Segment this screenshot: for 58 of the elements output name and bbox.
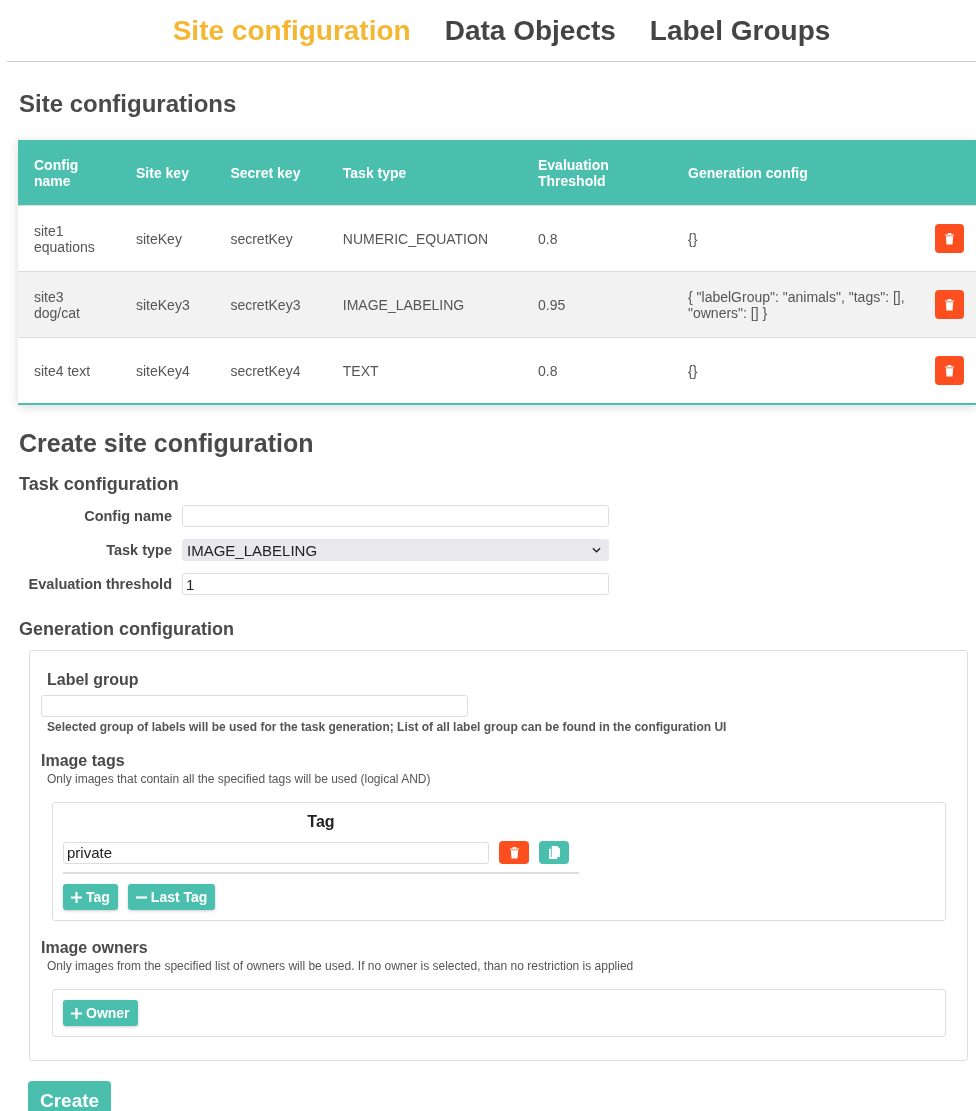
trash-icon (944, 232, 955, 245)
delete-button[interactable] (935, 356, 964, 385)
plus-icon (71, 891, 82, 903)
label-group-field[interactable] (41, 695, 468, 717)
field-label: Image tags (41, 752, 126, 770)
field-label: Task type (105, 542, 172, 558)
delete-button[interactable] (935, 290, 964, 319)
column-header: Evaluation Threshold (522, 140, 672, 206)
trash-icon (944, 298, 955, 311)
nav-tab[interactable]: Label Groups (649, 14, 831, 47)
column-header: Site key (120, 140, 215, 206)
subsection-heading: Task configuration (19, 474, 180, 495)
input-field[interactable]: 1 (182, 573, 609, 595)
tag-field[interactable]: private (63, 841, 489, 864)
help-text: Only images from the specified list of owners will be used. If no owner is selected, than no restriction is applied (47, 959, 635, 973)
table-cell: siteKey4 (120, 337, 215, 404)
table-cell: 0.95 (522, 271, 672, 338)
table-cell: siteKey (120, 205, 215, 272)
table-cell: { "labelGroup": "animals", "tags": [], "owners": [] } (672, 271, 934, 338)
section-heading: Site configurations (19, 90, 238, 118)
section-heading: Create site configuration (19, 429, 315, 458)
table-cell: {} (672, 337, 934, 404)
field-label: Evaluation threshold (27, 576, 172, 592)
nav-tab[interactable]: Data Objects (444, 14, 616, 47)
table-cell: secretKey (214, 205, 327, 272)
table-cell: IMAGE_LABELING (326, 271, 522, 338)
table-cell: 0.8 (522, 337, 672, 404)
delete-button[interactable] (935, 224, 964, 253)
task-type-select[interactable]: IMAGE_LABELING (182, 539, 609, 561)
trash-icon (508, 846, 520, 859)
table-cell: site3 dog/cat (18, 271, 120, 338)
table-cell: secretKey3 (214, 271, 327, 338)
field-label: Label group (47, 671, 140, 689)
delete-button[interactable] (499, 841, 529, 864)
column-header: Generation config (672, 140, 934, 206)
chevron-down-icon (592, 547, 601, 553)
table-cell: site1 equations (18, 205, 120, 272)
table-cell: secretKey4 (214, 337, 327, 404)
table-cell: NUMERIC_EQUATION (326, 205, 522, 272)
subsection-heading: Generation configuration (19, 619, 235, 640)
table-cell: 0.8 (522, 205, 672, 272)
copy-icon (548, 846, 560, 859)
trash-icon (944, 364, 955, 377)
input-field[interactable] (182, 505, 609, 527)
table-cell: site4 text (18, 337, 120, 404)
table-cell: siteKey3 (120, 271, 215, 338)
plus-icon (71, 1007, 82, 1019)
column-header: Config name (18, 140, 120, 206)
help-text: Selected group of labels will be used for the task generation; List of all label group can be found in the configuration UI (47, 720, 728, 734)
field-label: Config name (83, 508, 172, 524)
copy-button[interactable] (539, 841, 569, 864)
column-header: Secret key (214, 140, 327, 206)
help-text: Only images that contain all the specified tags will be used (logical AND) (47, 772, 432, 786)
table-cell: TEXT (326, 337, 522, 404)
column-header: Task type (326, 140, 522, 206)
field-label: Image owners (41, 939, 149, 957)
table-cell: {} (672, 205, 934, 272)
column-header: Tag (307, 813, 335, 830)
